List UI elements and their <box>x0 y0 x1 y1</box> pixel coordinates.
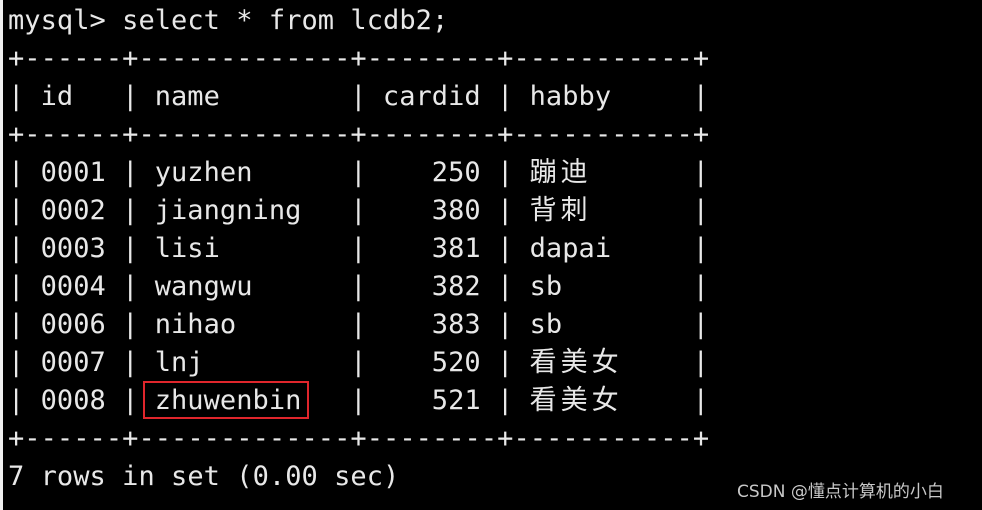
column-separator: | <box>8 233 25 264</box>
column-separator: | <box>692 81 709 112</box>
cell-id: 0004 <box>40 271 106 302</box>
cell-id: 0003 <box>40 233 106 264</box>
cell-cardid: 250 <box>431 157 481 188</box>
cell-id: 0008 <box>40 385 106 416</box>
cell-cardid: 383 <box>431 309 481 340</box>
cell-name: lnj <box>154 347 204 378</box>
result-summary: 7 rows in set (0.00 sec) <box>8 461 400 492</box>
prompt: mysql> <box>8 5 123 36</box>
column-separator: | <box>8 347 25 378</box>
column-separator: | <box>350 271 367 302</box>
column-separator: | <box>8 157 25 188</box>
column-separator: | <box>497 385 514 416</box>
column-separator: | <box>350 233 367 264</box>
column-separator: | <box>692 271 709 302</box>
cell-id: 0007 <box>40 347 106 378</box>
cell-cardid: 382 <box>431 271 481 302</box>
column-separator: | <box>122 271 139 302</box>
header-id: id <box>40 81 74 112</box>
cell-id: 0002 <box>40 195 106 226</box>
cell-cardid: 520 <box>431 347 481 378</box>
table-border-bottom: +------+-------------+--------+---------… <box>8 423 710 454</box>
column-separator: | <box>692 309 709 340</box>
column-separator: | <box>350 385 367 416</box>
column-separator: | <box>497 271 514 302</box>
cell-habby: 背刺 <box>529 195 592 226</box>
cell-habby: sb <box>529 271 563 302</box>
column-separator: | <box>497 81 514 112</box>
cell-habby: 蹦迪 <box>529 157 592 188</box>
cell-name: yuzhen <box>154 157 253 188</box>
column-separator: | <box>692 233 709 264</box>
watermark: CSDN @懂点计算机的小白 <box>737 482 944 502</box>
column-separator: | <box>122 385 139 416</box>
column-separator: | <box>350 157 367 188</box>
column-separator: | <box>122 157 139 188</box>
column-separator: | <box>8 385 25 416</box>
column-separator: | <box>122 309 139 340</box>
column-separator: | <box>497 309 514 340</box>
column-separator: | <box>692 385 709 416</box>
column-separator: | <box>497 157 514 188</box>
cell-name: lisi <box>154 233 220 264</box>
column-separator: | <box>497 195 514 226</box>
cell-cardid: 381 <box>431 233 481 264</box>
cell-habby: 看美女 <box>529 385 623 416</box>
cell-id: 0001 <box>40 157 106 188</box>
table-border-top: +------+-------------+--------+---------… <box>8 43 710 74</box>
column-separator: | <box>8 195 25 226</box>
highlight-box <box>143 381 309 419</box>
cell-id: 0006 <box>40 309 106 340</box>
column-separator: | <box>497 233 514 264</box>
column-separator: | <box>122 81 139 112</box>
column-separator: | <box>692 195 709 226</box>
command: select * from lcdb2; <box>122 5 449 36</box>
column-separator: | <box>8 81 25 112</box>
column-separator: | <box>692 347 709 378</box>
cell-name: nihao <box>154 309 237 340</box>
cell-name: jiangning <box>154 195 302 226</box>
cell-name: wangwu <box>154 271 253 302</box>
cell-habby: sb <box>529 309 563 340</box>
column-separator: | <box>692 157 709 188</box>
cell-cardid: 380 <box>431 195 481 226</box>
column-separator: | <box>122 195 139 226</box>
column-separator: | <box>350 81 367 112</box>
cell-habby: 看美女 <box>529 347 623 378</box>
cell-habby: dapai <box>529 233 612 264</box>
column-separator: | <box>350 309 367 340</box>
terminal-output: mysql> select * from lcdb2; +------+----… <box>8 0 709 492</box>
header-habby: habby <box>529 81 612 112</box>
command-line: mysql> select * from lcdb2; <box>8 2 448 40</box>
column-separator: | <box>122 233 139 264</box>
column-separator: | <box>497 347 514 378</box>
column-separator: | <box>350 195 367 226</box>
header-cardid: cardid <box>382 81 481 112</box>
window-left-border <box>0 0 3 510</box>
column-separator: | <box>8 309 25 340</box>
table-border-mid: +------+-------------+--------+---------… <box>8 119 710 150</box>
column-separator: | <box>122 347 139 378</box>
column-separator: | <box>350 347 367 378</box>
header-name: name <box>154 81 220 112</box>
cell-cardid: 521 <box>431 385 481 416</box>
column-separator: | <box>8 271 25 302</box>
